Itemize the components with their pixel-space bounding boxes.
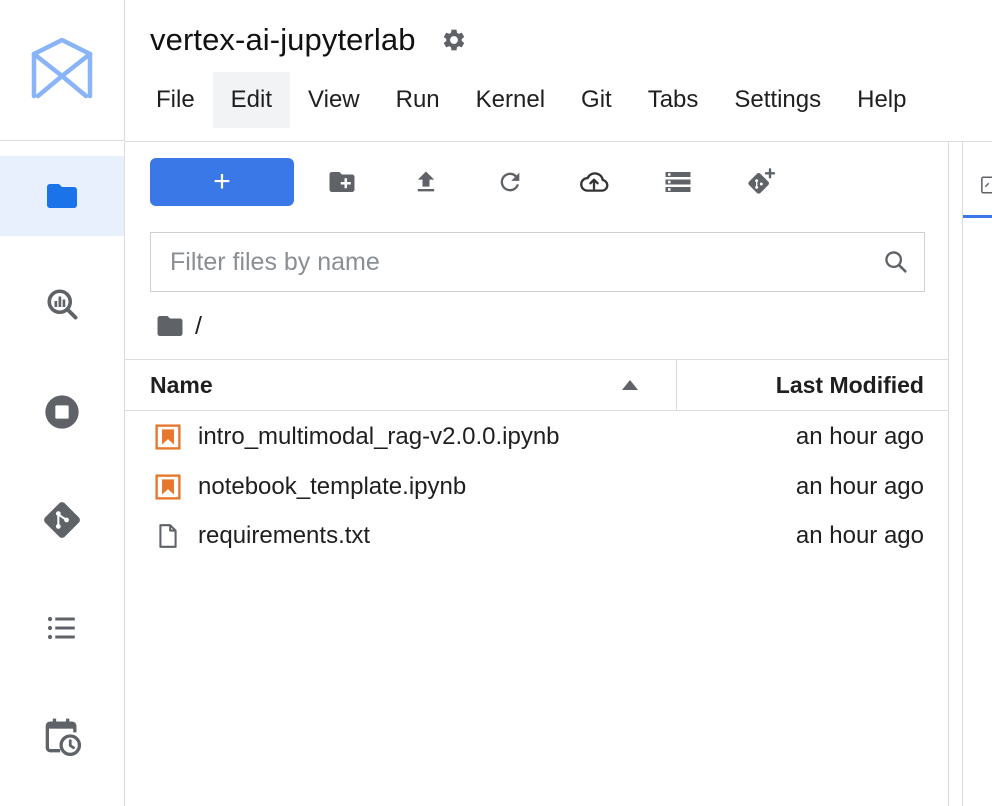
git-icon bbox=[44, 502, 80, 538]
new-folder-icon bbox=[329, 172, 355, 192]
search-icon bbox=[885, 251, 907, 273]
menu-kernel[interactable]: Kernel bbox=[458, 72, 563, 128]
file-name: notebook_template.ipynb bbox=[198, 472, 467, 500]
menu-git[interactable]: Git bbox=[563, 72, 630, 128]
new-label: + bbox=[213, 165, 231, 198]
sort-ascending-icon[interactable] bbox=[622, 380, 638, 390]
file-modified: an hour ago bbox=[795, 522, 924, 549]
breadcrumb: / bbox=[155, 308, 202, 344]
folder-icon bbox=[47, 184, 77, 208]
vertex-ai-logo-icon bbox=[31, 38, 93, 99]
upload-icon bbox=[417, 171, 435, 192]
menu-help[interactable]: Help bbox=[839, 72, 924, 128]
search-button[interactable] bbox=[868, 233, 924, 291]
file-row-notebook[interactable]: intro_multimodal_rag-v2.0.0.ipynb an hou… bbox=[125, 412, 949, 462]
bigquery-search-icon bbox=[47, 289, 78, 320]
editor-tab[interactable] bbox=[963, 154, 992, 218]
file-modified: an hour ago bbox=[795, 472, 924, 500]
upload-button[interactable] bbox=[406, 158, 446, 206]
menubar: File Edit View Run Kernel Git Tabs Setti… bbox=[138, 72, 924, 128]
new-folder-button[interactable] bbox=[322, 158, 362, 206]
breadcrumb-root[interactable]: / bbox=[195, 312, 202, 341]
column-resize-handle[interactable] bbox=[676, 360, 677, 410]
file-modified: an hour ago bbox=[795, 423, 924, 450]
cloud-upload-button[interactable] bbox=[574, 158, 614, 206]
name-column-header[interactable]: Name bbox=[150, 360, 213, 410]
home-folder-icon[interactable] bbox=[155, 311, 185, 341]
activity-bar bbox=[0, 142, 125, 806]
menu-file[interactable]: File bbox=[138, 72, 213, 128]
file-list-header: Name Last Modified bbox=[125, 359, 949, 411]
settings-gear-icon[interactable] bbox=[440, 26, 468, 54]
calendar-clock-icon bbox=[45, 718, 82, 756]
activity-file-browser[interactable] bbox=[0, 156, 124, 236]
new-launcher-button[interactable]: + bbox=[150, 158, 294, 206]
activity-bigquery[interactable] bbox=[0, 264, 124, 344]
notebook-icon bbox=[155, 424, 181, 450]
git-clone-button[interactable] bbox=[742, 158, 782, 206]
refresh-button[interactable] bbox=[490, 158, 530, 206]
file-row-text[interactable]: requirements.txt an hour ago bbox=[125, 511, 949, 561]
title-row: vertex-ai-jupyterlab bbox=[150, 20, 468, 60]
menu-settings[interactable]: Settings bbox=[716, 72, 839, 128]
filter-files-input[interactable] bbox=[151, 233, 868, 291]
activity-git[interactable] bbox=[0, 480, 124, 560]
refresh-icon bbox=[500, 172, 520, 192]
menu-run[interactable]: Run bbox=[378, 72, 458, 128]
app-title: vertex-ai-jupyterlab bbox=[150, 22, 416, 57]
main-area-edge bbox=[962, 142, 992, 806]
menu-edit[interactable]: Edit bbox=[212, 72, 291, 128]
launcher-icon bbox=[981, 176, 992, 193]
activity-toc[interactable] bbox=[0, 588, 124, 668]
file-name: requirements.txt bbox=[198, 522, 371, 549]
stop-circle-icon bbox=[45, 395, 79, 429]
cloud-upload-icon bbox=[580, 172, 609, 192]
file-name: intro_multimodal_rag-v2.0.0.ipynb bbox=[198, 423, 560, 450]
filter-box bbox=[150, 232, 925, 292]
activity-running[interactable] bbox=[0, 372, 124, 452]
notebook-icon bbox=[155, 473, 181, 500]
menu-tabs[interactable]: Tabs bbox=[630, 72, 717, 128]
logo-cell bbox=[0, 0, 125, 141]
menu-view[interactable]: View bbox=[290, 72, 378, 128]
storage-icon bbox=[665, 172, 691, 192]
file-row-notebook[interactable]: notebook_template.ipynb an hour ago bbox=[125, 462, 949, 512]
file-list: intro_multimodal_rag-v2.0.0.ipynb an hou… bbox=[125, 412, 949, 561]
activity-scheduler[interactable] bbox=[0, 696, 124, 776]
list-icon bbox=[47, 616, 75, 640]
file-browser-panel: + / bbox=[125, 142, 949, 806]
text-file-icon bbox=[159, 524, 177, 548]
file-browser-toolbar: + bbox=[150, 158, 782, 206]
git-clone-icon bbox=[748, 168, 776, 194]
last-modified-column-header[interactable]: Last Modified bbox=[776, 360, 924, 410]
storage-button[interactable] bbox=[658, 158, 698, 206]
